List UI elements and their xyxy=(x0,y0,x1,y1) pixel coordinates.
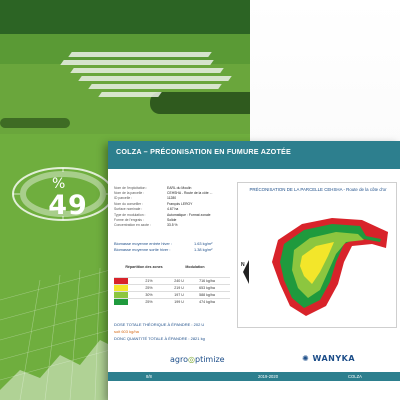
table-row: 25% 219 U 653 kg/ha xyxy=(114,284,230,291)
biomass-value: 1.38 kg/m² xyxy=(194,246,213,252)
info-value: 11280 xyxy=(167,196,177,201)
footer-crop: COLZA xyxy=(348,374,362,380)
biomass-row: Biomasse moyenne sortie hiver : 1.38 kg/… xyxy=(114,246,234,252)
biomass-key: Biomasse moyenne sortie hiver : xyxy=(114,246,171,252)
modulation-table: Répartition des zones Modulation 21% 240… xyxy=(114,257,230,305)
zone-dose: 219 U xyxy=(174,286,184,290)
map-title: PRÉCONISATION DE LA PARCELLE CEHSHA - Ro… xyxy=(249,187,387,192)
biomass-block: Biomasse moyenne entrée hiver : 1.63 kg/… xyxy=(114,240,234,252)
parcel-zone-map xyxy=(243,218,388,316)
info-key: ID parcelle : xyxy=(114,196,133,201)
info-row: Nom du conseiller : François LEROY xyxy=(114,201,236,206)
table-row: 25% 199 U 474 kg/ha xyxy=(114,298,230,305)
table-row: 30% 197 U 588 kg/ha xyxy=(114,291,230,298)
info-row: Type de modulation : Automatique : Forma… xyxy=(114,212,236,217)
info-key: Surface nominale : xyxy=(114,207,143,212)
info-value: EARL du Moulin xyxy=(167,185,192,190)
info-key: Nom de l'exploitation : xyxy=(114,185,148,190)
col-zones: Répartition des zones xyxy=(125,265,163,269)
field-stripe xyxy=(60,60,214,65)
parcel-info-block: Nom de l'exploitation : EARL du Moulin N… xyxy=(114,185,236,228)
footer-bar: 8/8 2019-2020 COLZA xyxy=(108,372,400,381)
info-row: Concentration en azote : 33.5 % xyxy=(114,223,236,228)
col-modulation: Modulation xyxy=(185,265,205,269)
info-key: Nom de la parcelle : xyxy=(114,191,145,196)
info-value: Automatique : Format zonale xyxy=(167,212,211,217)
info-value: Solide xyxy=(167,218,177,223)
info-key: Forme de l'engrais : xyxy=(114,218,144,223)
total-quantity: DONC QUANTITÉ TOTALE À ÉPANDRE : 2821 kg xyxy=(114,336,205,341)
logo-text: ptimize xyxy=(194,355,225,364)
field-stripe xyxy=(78,76,232,81)
logo-text: agro xyxy=(170,355,188,364)
info-value: 33.5 % xyxy=(167,223,178,228)
table-row: 21% 240 U 716 kg/ha xyxy=(114,277,230,284)
info-row: Nom de la parcelle : CEHSHA - Route de l… xyxy=(114,190,236,195)
footer-season: 2019-2020 xyxy=(258,374,279,380)
info-key: Type de modulation : xyxy=(114,212,146,217)
agroptimize-logo: agro◎ptimize xyxy=(170,355,225,364)
zone-color-swatch xyxy=(114,285,128,291)
zone-kg: 716 kg/ha xyxy=(199,279,215,283)
north-arrow-icon xyxy=(243,260,249,284)
logo-o-icon: ◎ xyxy=(188,355,195,364)
info-row: ID parcelle : 11280 xyxy=(114,196,236,201)
logo-text: WANYKA xyxy=(312,354,356,363)
info-key: Nom du conseiller : xyxy=(114,201,144,206)
total-kg-per-ha: soit 603 kg/ha xyxy=(114,329,139,334)
zone-color-swatch xyxy=(114,278,128,284)
zone-pct: 25% xyxy=(145,300,153,304)
info-value: CEHSHA - Route de la côte ... xyxy=(167,191,213,196)
table-header: Répartition des zones Modulation xyxy=(114,257,230,277)
biomass-key: Biomasse moyenne entrée hiver : xyxy=(114,240,172,246)
zone-color-swatch xyxy=(114,299,128,305)
field-stripe xyxy=(98,92,162,97)
dial-value: 49 xyxy=(48,190,88,221)
biomass-value: 1.63 kg/m² xyxy=(194,240,213,246)
field-stripe xyxy=(68,52,212,57)
field-parcel xyxy=(0,0,260,34)
field-stripe xyxy=(70,68,224,73)
footer-page: 8/8 xyxy=(146,374,152,380)
zone-pct: 25% xyxy=(145,286,153,290)
zone-kg: 474 kg/ha xyxy=(199,300,215,304)
report-header: COLZA – PRÉCONISATION EN FUMURE AZOTÉE xyxy=(108,141,400,169)
info-value: 4.67 ha xyxy=(167,207,179,212)
info-row: Forme de l'engrais : Solide xyxy=(114,217,236,222)
zone-pct: 30% xyxy=(145,293,153,297)
wanyka-logo: ✺ WANYKA xyxy=(302,354,355,363)
info-row: Nom de l'exploitation : EARL du Moulin xyxy=(114,185,236,190)
report-title: COLZA – PRÉCONISATION EN FUMURE AZOTÉE xyxy=(116,147,292,156)
field-stripe xyxy=(88,84,222,89)
zone-dose: 197 U xyxy=(174,293,184,297)
wanyka-mark-icon: ✺ xyxy=(302,354,310,363)
grid-overlay xyxy=(0,267,110,400)
tree-line xyxy=(0,118,70,128)
tree-line xyxy=(150,92,260,114)
zone-kg: 588 kg/ha xyxy=(199,293,215,297)
info-value: François LEROY xyxy=(167,201,193,206)
zone-pct: 21% xyxy=(145,279,153,283)
zone-kg: 653 kg/ha xyxy=(199,286,215,290)
zone-dose: 240 U xyxy=(174,279,184,283)
zone-color-swatch xyxy=(114,292,128,298)
info-key: Concentration en azote : xyxy=(114,223,151,228)
zone-dose: 199 U xyxy=(174,300,184,304)
info-row: Surface nominale : 4.67 ha xyxy=(114,207,236,212)
